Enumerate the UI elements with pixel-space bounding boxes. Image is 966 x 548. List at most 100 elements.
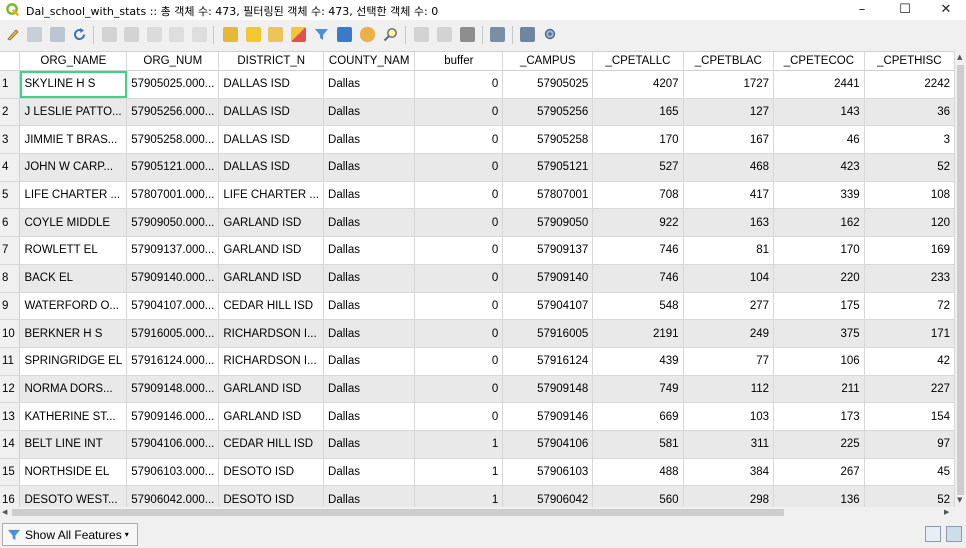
reload-icon[interactable] [72,27,87,42]
table-row[interactable]: 14 BELT LINE INT 57904106.000... CEDAR HILL… [0,430,955,459]
table-cell-buffer[interactable]: 1 [414,430,504,459]
table-cell-campus[interactable]: 57906103 [502,458,594,487]
table-cell-org-name[interactable]: KATHERINE ST... [19,402,128,431]
table-cell-county[interactable]: Dallas [323,430,416,459]
table-cell-county[interactable]: Dallas [323,264,416,293]
table-cell-county[interactable]: Dallas [323,458,416,487]
row-number[interactable]: 3 [0,125,21,155]
table-cell-buffer[interactable]: 0 [414,347,504,376]
table-cell-campus[interactable]: 57909137 [502,236,594,265]
table-cell-buffer[interactable]: 1 [414,458,504,487]
table-cell-county[interactable]: Dallas [323,375,416,404]
table-row[interactable]: 15 NORTHSIDE EL 57906103.000... DESOTO ISD D… [0,458,955,487]
row-number[interactable]: 14 [0,430,21,459]
table-cell-org-name[interactable]: WATERFORD O... [19,292,128,321]
table-cell-blac[interactable]: 1727 [683,70,775,99]
table-cell-ecoc[interactable]: 106 [773,347,865,376]
table-cell-district[interactable]: RICHARDSON I... [218,319,325,348]
table-cell-org-name[interactable]: BELT LINE INT [19,430,128,459]
table-cell-org-num[interactable]: 57909050.000... [126,208,220,238]
table-cell-blac[interactable]: 468 [683,153,775,182]
table-cell-county[interactable]: Dallas [323,153,416,182]
table-cell-ecoc[interactable]: 170 [773,236,865,265]
table-cell-district[interactable]: DALLAS ISD [218,70,325,99]
table-cell-org-num[interactable]: 57906042.000... [126,485,220,508]
table-cell-district[interactable]: GARLAND ISD [218,402,325,431]
column-header[interactable]: _CAMPUS [502,52,594,71]
form-view-icon[interactable] [925,526,941,542]
table-cell-org-num[interactable]: 57904106.000... [126,430,220,459]
table-cell-county[interactable]: Dallas [323,70,416,99]
multi-edit-icon[interactable] [27,27,42,42]
row-number[interactable]: 4 [0,153,21,182]
table-cell-allc[interactable]: 439 [592,347,684,376]
table-cell-county[interactable]: Dallas [323,292,416,321]
table-cell-buffer[interactable]: 0 [414,98,504,127]
table-cell-org-name[interactable]: DESOTO WEST... [19,485,128,508]
scroll-right-icon[interactable]: ▶ [944,508,949,516]
table-cell-hisc[interactable]: 97 [864,430,955,459]
table-cell-campus[interactable]: 57905121 [502,153,594,182]
table-cell-hisc[interactable]: 171 [864,319,955,348]
table-cell-district[interactable]: CEDAR HILL ISD [218,292,325,321]
maximize-button[interactable]: ☐ [885,0,925,20]
table-cell-hisc[interactable]: 154 [864,402,955,431]
dock-icon[interactable] [520,27,535,42]
table-cell-county[interactable]: Dallas [323,98,416,127]
table-cell-allc[interactable]: 560 [592,485,684,508]
table-cell-org-num[interactable]: 57916124.000... [126,347,220,376]
table-row[interactable]: 6 COYLE MIDDLE 57909050.000... GARLAND ISD D… [0,208,955,238]
table-cell-org-num[interactable]: 57905025.000... [126,70,220,99]
table-cell-campus[interactable]: 57909146 [502,402,594,431]
table-cell-campus[interactable]: 57916005 [502,319,594,348]
table-cell-district[interactable]: DALLAS ISD [218,153,325,182]
table-cell-ecoc[interactable]: 375 [773,319,865,348]
table-row[interactable]: 9 WATERFORD O... 57904107.000... CEDAR HILL… [0,292,955,321]
field-calculator-icon[interactable] [460,27,475,42]
copy-rows-icon[interactable] [414,27,429,42]
row-number[interactable]: 12 [0,375,21,404]
table-cell-county[interactable]: Dallas [323,485,416,508]
table-cell-ecoc[interactable]: 2441 [773,70,865,99]
row-number[interactable]: 10 [0,319,21,348]
table-cell-ecoc[interactable]: 225 [773,430,865,459]
table-cell-buffer[interactable]: 0 [414,208,504,238]
column-header[interactable]: COUNTY_NAM [323,52,416,71]
table-cell-org-num[interactable]: 57909140.000... [126,264,220,293]
horizontal-scrollbar[interactable]: ◀ ▶ [0,507,955,518]
table-cell-allc[interactable]: 581 [592,430,684,459]
table-cell-org-name[interactable]: NORTHSIDE EL [19,458,128,487]
table-cell-allc[interactable]: 488 [592,458,684,487]
table-cell-allc[interactable]: 922 [592,208,684,238]
row-number[interactable]: 9 [0,292,21,321]
table-cell-hisc[interactable]: 227 [864,375,955,404]
table-cell-buffer[interactable]: 0 [414,70,504,99]
row-number[interactable]: 11 [0,347,21,376]
table-cell-campus[interactable]: 57909148 [502,375,594,404]
table-cell-hisc[interactable]: 52 [864,485,955,508]
table-cell-buffer[interactable]: 0 [414,264,504,293]
table-cell-blac[interactable]: 127 [683,98,775,127]
row-number[interactable]: 16 [0,485,21,508]
table-cell-hisc[interactable]: 3 [864,125,955,155]
table-cell-ecoc[interactable]: 162 [773,208,865,238]
table-row[interactable]: 2J LESLIE PATTO... 57905256.000... DALLAS … [0,98,955,127]
table-cell-district[interactable]: GARLAND ISD [218,236,325,265]
table-cell-buffer[interactable]: 1 [414,485,504,508]
table-cell-ecoc[interactable]: 211 [773,375,865,404]
table-row[interactable]: 13 KATHERINE ST... 57909146.000... GARLAND … [0,402,955,431]
row-number[interactable]: 13 [0,402,21,431]
table-cell-org-name[interactable]: NORMA DORS... [19,375,128,404]
table-cell-allc[interactable]: 548 [592,292,684,321]
table-row[interactable]: 5 LIFE CHARTER ... 57807001.000... LIFE CHA… [0,181,955,210]
table-cell-buffer[interactable]: 0 [414,319,504,348]
show-all-features-button[interactable]: Show All Features ▾ [2,523,138,546]
attribute-table[interactable]: ORG_NAME ORG_NUM DISTRICT_N COUNTY_NAM b… [0,51,955,508]
table-cell-county[interactable]: Dallas [323,208,416,238]
table-row[interactable]: 8 BACK EL 57909140.000... GARLAND ISD Dallas… [0,264,955,293]
table-cell-blac[interactable]: 81 [683,236,775,265]
table-cell-hisc[interactable]: 72 [864,292,955,321]
table-cell-allc[interactable]: 669 [592,402,684,431]
table-cell-allc[interactable]: 2191 [592,319,684,348]
table-cell-hisc[interactable]: 120 [864,208,955,238]
